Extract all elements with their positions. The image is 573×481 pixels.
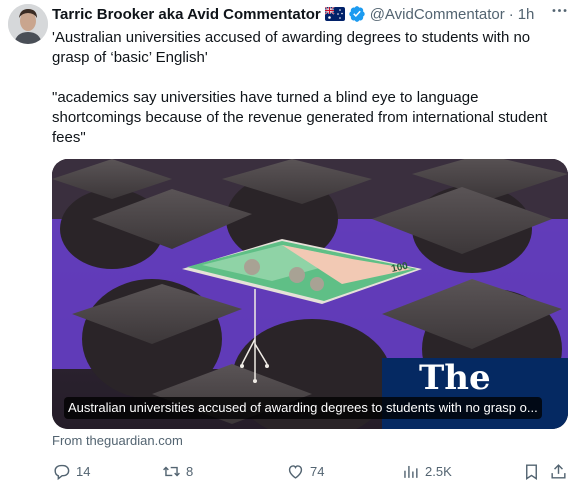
share-icon xyxy=(551,463,566,479)
retweet-button[interactable]: 8 xyxy=(162,460,193,481)
timestamp[interactable]: 1h xyxy=(518,6,535,23)
card-title[interactable]: Australian universities accused of award… xyxy=(64,397,542,419)
bookmark-button[interactable] xyxy=(522,460,546,481)
tweet-text: 'Australian universities accused of awar… xyxy=(52,28,567,148)
like-icon xyxy=(288,464,303,479)
separator-dot: · xyxy=(508,5,514,23)
avatar[interactable] xyxy=(8,4,48,44)
like-button[interactable]: 74 xyxy=(286,460,324,481)
more-icon[interactable] xyxy=(550,1,569,20)
action-bar: 14 8 74 2.5K xyxy=(52,460,568,481)
author-handle[interactable]: @AvidCommentator xyxy=(370,6,505,23)
reply-button[interactable]: 14 xyxy=(52,460,90,481)
views-button[interactable]: 2.5K xyxy=(401,460,452,481)
share-button[interactable] xyxy=(549,460,573,481)
link-card[interactable]: 100 The Australian universities accused … xyxy=(52,159,568,429)
tweet-text-line-1: 'Australian universities accused of awar… xyxy=(52,29,531,66)
australia-flag-icon xyxy=(324,6,345,21)
reply-count: 14 xyxy=(76,463,91,479)
bookmark-icon xyxy=(526,463,537,480)
retweet-count: 8 xyxy=(186,463,194,479)
card-source[interactable]: From theguardian.com xyxy=(52,433,183,448)
tweet[interactable]: Tarric Brooker aka Avid Commentator @Avi… xyxy=(0,0,573,481)
tweet-header: Tarric Brooker aka Avid Commentator @Avi… xyxy=(52,4,567,24)
verified-badge-icon xyxy=(348,5,366,23)
display-name[interactable]: Tarric Brooker aka Avid Commentator xyxy=(52,6,321,23)
tweet-text-line-2: "academics say universities have turned … xyxy=(52,89,548,146)
like-count: 74 xyxy=(310,463,325,479)
views-count: 2.5K xyxy=(425,463,452,479)
views-icon xyxy=(404,465,418,478)
retweet-icon xyxy=(163,466,180,476)
reply-icon xyxy=(54,464,70,480)
guardian-logo-text: The xyxy=(419,358,491,398)
